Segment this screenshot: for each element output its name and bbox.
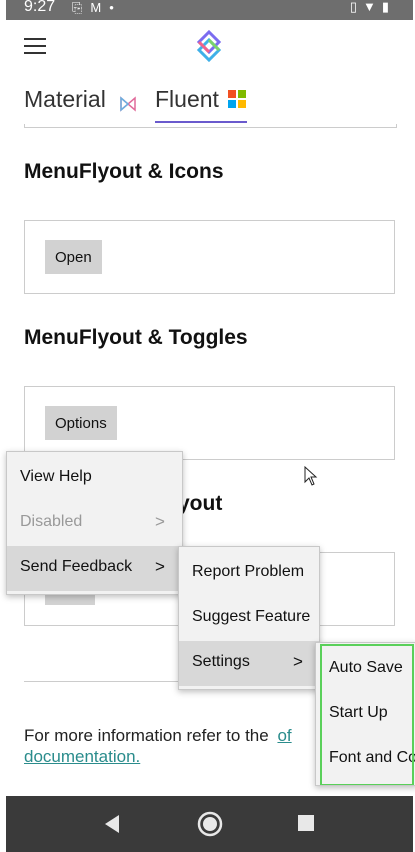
screenshot-icon: ⎘ xyxy=(72,0,91,15)
material-logo-icon xyxy=(120,96,136,112)
menu-item-label: Disabled xyxy=(20,513,83,530)
dot-icon: • xyxy=(109,0,122,15)
menu-item-label: Report Problem xyxy=(192,563,305,580)
section-title-icons: MenuFlyout & Icons xyxy=(24,160,224,183)
battery-icon: ▮ xyxy=(381,0,395,14)
status-bar: 9:27 ⎘M• ▯▼▮ xyxy=(6,0,413,20)
menu-item-label: Send Feedback xyxy=(20,558,133,575)
chevron-right-icon: > xyxy=(155,512,165,531)
tab-label: Material xyxy=(24,86,106,112)
menu-item-suggest-feature[interactable]: Suggest Feature xyxy=(179,596,319,641)
notification-icons: ⎘M• xyxy=(72,0,122,16)
flyout-menu-2: Report Problem Suggest Feature Settings … xyxy=(178,546,320,690)
docs-link-part1[interactable]: of xyxy=(277,726,291,745)
back-icon[interactable] xyxy=(103,814,121,834)
recents-icon[interactable] xyxy=(297,814,315,832)
section-title-toggles: MenuFlyout & Toggles xyxy=(24,326,248,349)
wifi-icon: ▼ xyxy=(362,0,382,14)
tab-label: Fluent xyxy=(155,86,219,112)
menu-item-disabled: Disabled > xyxy=(7,501,182,546)
toggles-demo-box: Options xyxy=(24,386,395,460)
home-icon[interactable] xyxy=(196,810,224,838)
menu-item-label: View Help xyxy=(20,468,92,485)
focus-highlight xyxy=(320,644,414,785)
menu-item-label: Settings xyxy=(192,653,250,670)
docs-link-part2[interactable]: documentation. xyxy=(24,747,140,766)
vibrate-icon: ▯ xyxy=(349,0,363,14)
android-nav-bar xyxy=(6,796,413,852)
flyout-menu-1: View Help Disabled > Send Feedback > xyxy=(6,451,183,595)
flyout-menu-3: Auto Save Start Up Font and Co xyxy=(315,642,415,786)
options-button[interactable]: Options xyxy=(45,406,117,440)
mouse-cursor-icon xyxy=(304,466,318,486)
menu-item-view-help[interactable]: View Help xyxy=(7,456,182,501)
chevron-right-icon: > xyxy=(293,652,303,671)
tab-material[interactable]: Material xyxy=(24,86,106,113)
open-button[interactable]: Open xyxy=(45,240,102,274)
status-time: 9:27 xyxy=(24,0,56,15)
menu-hamburger-icon[interactable] xyxy=(24,38,46,56)
tab-fluent[interactable]: Fluent xyxy=(155,86,219,113)
info-prefix: For more information refer to the xyxy=(24,726,269,745)
menu-item-report-problem[interactable]: Report Problem xyxy=(179,551,319,596)
menu-item-send-feedback[interactable]: Send Feedback > xyxy=(7,546,182,591)
tab-indicator xyxy=(155,121,247,123)
section-title-partial: yout xyxy=(178,492,223,515)
tab-bar: Material Fluent xyxy=(6,82,413,126)
app-logo-icon xyxy=(196,29,222,63)
menu-item-label: Suggest Feature xyxy=(192,608,311,625)
system-icons: ▯▼▮ xyxy=(350,0,395,15)
chevron-right-icon: > xyxy=(155,557,165,576)
app-bar xyxy=(6,20,413,84)
previous-section-box xyxy=(24,124,397,128)
icons-demo-box: Open xyxy=(24,220,395,294)
gmail-icon: M xyxy=(90,0,110,15)
menu-item-settings[interactable]: Settings > xyxy=(179,641,319,686)
microsoft-logo-icon xyxy=(228,90,246,108)
